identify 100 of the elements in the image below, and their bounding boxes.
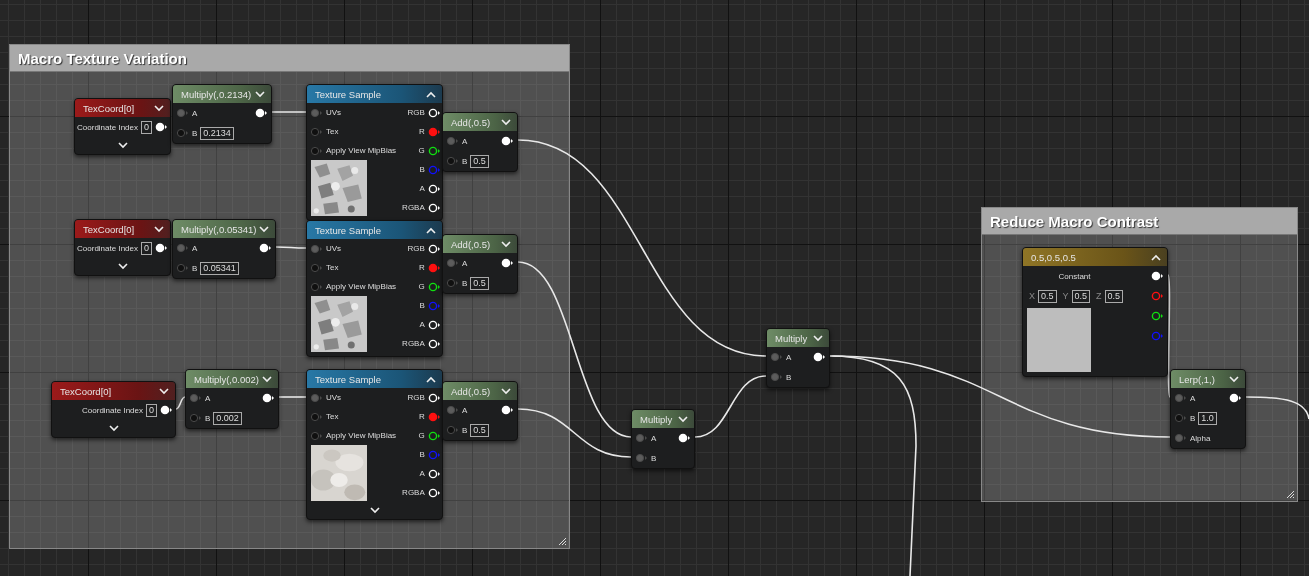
- input-pin-icon[interactable]: [1174, 393, 1187, 403]
- input-pin-icon[interactable]: [310, 126, 323, 137]
- node-header[interactable]: Add(,0.5): [443, 235, 517, 253]
- output-pin-icon[interactable]: [259, 243, 272, 253]
- output-pin-icon[interactable]: [678, 433, 691, 443]
- chevron-icon[interactable]: [501, 240, 511, 248]
- node-header[interactable]: Multiply(,0.002): [186, 370, 278, 388]
- value-field[interactable]: 0: [141, 241, 152, 255]
- output-pin-icon[interactable]: [427, 281, 441, 292]
- graph-node[interactable]: Multiply A B: [631, 409, 695, 469]
- graph-node[interactable]: TexCoord[0] Coordinate Index 0: [74, 219, 171, 276]
- chevron-icon[interactable]: [255, 90, 265, 98]
- input-pin-icon[interactable]: [635, 433, 648, 443]
- output-pin-icon[interactable]: [813, 352, 826, 362]
- chevron-icon[interactable]: [426, 375, 436, 383]
- output-pin-icon[interactable]: [255, 108, 268, 118]
- output-pin-icon[interactable]: [427, 338, 441, 349]
- wire[interactable]: [1167, 274, 1171, 398]
- chevron-icon[interactable]: [154, 225, 164, 233]
- graph-node[interactable]: Texture Sample UVs Tex Apply View MipBias RGB R G B A RGBA: [306, 84, 443, 221]
- node-header[interactable]: Add(,0.5): [443, 382, 517, 400]
- graph-node[interactable]: TexCoord[0] Coordinate Index 0: [51, 381, 176, 438]
- value-field[interactable]: 0.05341: [200, 261, 239, 275]
- resize-grip-icon[interactable]: [557, 536, 567, 546]
- input-pin-icon[interactable]: [446, 156, 459, 166]
- output-pin-icon[interactable]: [427, 487, 441, 498]
- input-pin-icon[interactable]: [310, 262, 323, 273]
- chevron-icon[interactable]: [117, 142, 128, 149]
- input-pin-icon[interactable]: [310, 392, 323, 403]
- chevron-icon[interactable]: [426, 90, 436, 98]
- graph-node[interactable]: Multiply(,0.2134) A B 0.2134: [172, 84, 272, 144]
- input-pin-icon[interactable]: [446, 278, 459, 288]
- value-field[interactable]: 0: [141, 120, 152, 134]
- value-field[interactable]: 1.0: [1198, 411, 1217, 425]
- value-field[interactable]: 0.5: [470, 423, 489, 437]
- wire[interactable]: [275, 246, 307, 249]
- input-pin-icon[interactable]: [446, 136, 459, 146]
- input-pin-icon[interactable]: [1174, 413, 1187, 423]
- node-header[interactable]: TexCoord[0]: [75, 99, 170, 117]
- value-field[interactable]: 0.5: [1104, 289, 1124, 303]
- output-pin-icon[interactable]: [160, 405, 173, 415]
- graph-node[interactable]: Add(,0.5) A B 0.5: [442, 112, 518, 172]
- output-pin-icon[interactable]: [501, 136, 514, 146]
- value-field[interactable]: 0.5: [470, 276, 489, 290]
- output-pin-icon[interactable]: [155, 122, 168, 132]
- value-field[interactable]: 0.5: [470, 154, 489, 168]
- node-header[interactable]: TexCoord[0]: [52, 382, 175, 400]
- graph-node[interactable]: Multiply(,0.002) A B 0.002: [185, 369, 279, 429]
- output-pin-icon[interactable]: [501, 405, 514, 415]
- input-pin-icon[interactable]: [446, 425, 459, 435]
- node-header[interactable]: Add(,0.5): [443, 113, 517, 131]
- wire[interactable]: [175, 396, 186, 410]
- wire[interactable]: [1245, 396, 1309, 420]
- wire[interactable]: [271, 111, 307, 113]
- input-pin-icon[interactable]: [310, 430, 323, 441]
- input-pin-icon[interactable]: [446, 405, 459, 415]
- value-field[interactable]: 0: [146, 403, 157, 417]
- chevron-icon[interactable]: [1151, 253, 1161, 261]
- input-pin-icon[interactable]: [770, 352, 783, 362]
- graph-node[interactable]: Add(,0.5) A B 0.5: [442, 234, 518, 294]
- output-pin-icon[interactable]: [427, 468, 441, 479]
- input-pin-icon[interactable]: [310, 107, 323, 118]
- wire[interactable]: [517, 261, 632, 438]
- value-field[interactable]: 0.5: [1071, 289, 1091, 303]
- input-pin-icon[interactable]: [310, 145, 323, 156]
- value-field[interactable]: 0.2134: [200, 126, 234, 140]
- output-pin-icon[interactable]: [1229, 393, 1242, 403]
- node-header[interactable]: Multiply: [767, 329, 829, 347]
- node-header[interactable]: Lerp(,1,): [1171, 370, 1245, 388]
- input-pin-icon[interactable]: [310, 411, 323, 422]
- wire[interactable]: [694, 375, 767, 438]
- graph-node[interactable]: Texture Sample UVs Tex Apply View MipBias RGB R G B A RGBA: [306, 369, 443, 520]
- value-field[interactable]: 0.5: [1038, 289, 1057, 303]
- input-pin-icon[interactable]: [1174, 433, 1187, 443]
- output-pin-icon[interactable]: [262, 393, 275, 403]
- graph-node[interactable]: 0.5,0.5,0.5 Constant X 0.5 Y 0.5 Z 0.5: [1022, 247, 1168, 377]
- output-pin-icon[interactable]: [1151, 311, 1164, 321]
- chevron-icon[interactable]: [154, 104, 164, 112]
- chevron-icon[interactable]: [108, 425, 119, 432]
- node-header[interactable]: 0.5,0.5,0.5: [1023, 248, 1167, 266]
- chevron-icon[interactable]: [369, 507, 380, 514]
- input-pin-icon[interactable]: [189, 393, 202, 403]
- input-pin-icon[interactable]: [176, 128, 189, 138]
- graph-node[interactable]: Texture Sample UVs Tex Apply View MipBias RGB R G B A RGBA: [306, 220, 443, 357]
- output-pin-icon[interactable]: [427, 183, 441, 194]
- output-pin-icon[interactable]: [1151, 271, 1164, 281]
- chevron-icon[interactable]: [426, 226, 436, 234]
- node-header[interactable]: Multiply: [632, 410, 694, 428]
- chevron-icon[interactable]: [813, 334, 823, 342]
- chevron-icon[interactable]: [501, 387, 511, 395]
- input-pin-icon[interactable]: [446, 258, 459, 268]
- graph-node[interactable]: Multiply A B: [766, 328, 830, 388]
- node-header[interactable]: Texture Sample: [307, 85, 442, 103]
- graph-node[interactable]: Multiply(,0.05341) A B 0.05341: [172, 219, 276, 279]
- input-pin-icon[interactable]: [635, 453, 648, 463]
- chevron-icon[interactable]: [678, 415, 688, 423]
- output-pin-icon[interactable]: [427, 430, 441, 441]
- node-header[interactable]: Texture Sample: [307, 221, 442, 239]
- node-header[interactable]: Multiply(,0.2134): [173, 85, 271, 103]
- wire[interactable]: [829, 355, 917, 576]
